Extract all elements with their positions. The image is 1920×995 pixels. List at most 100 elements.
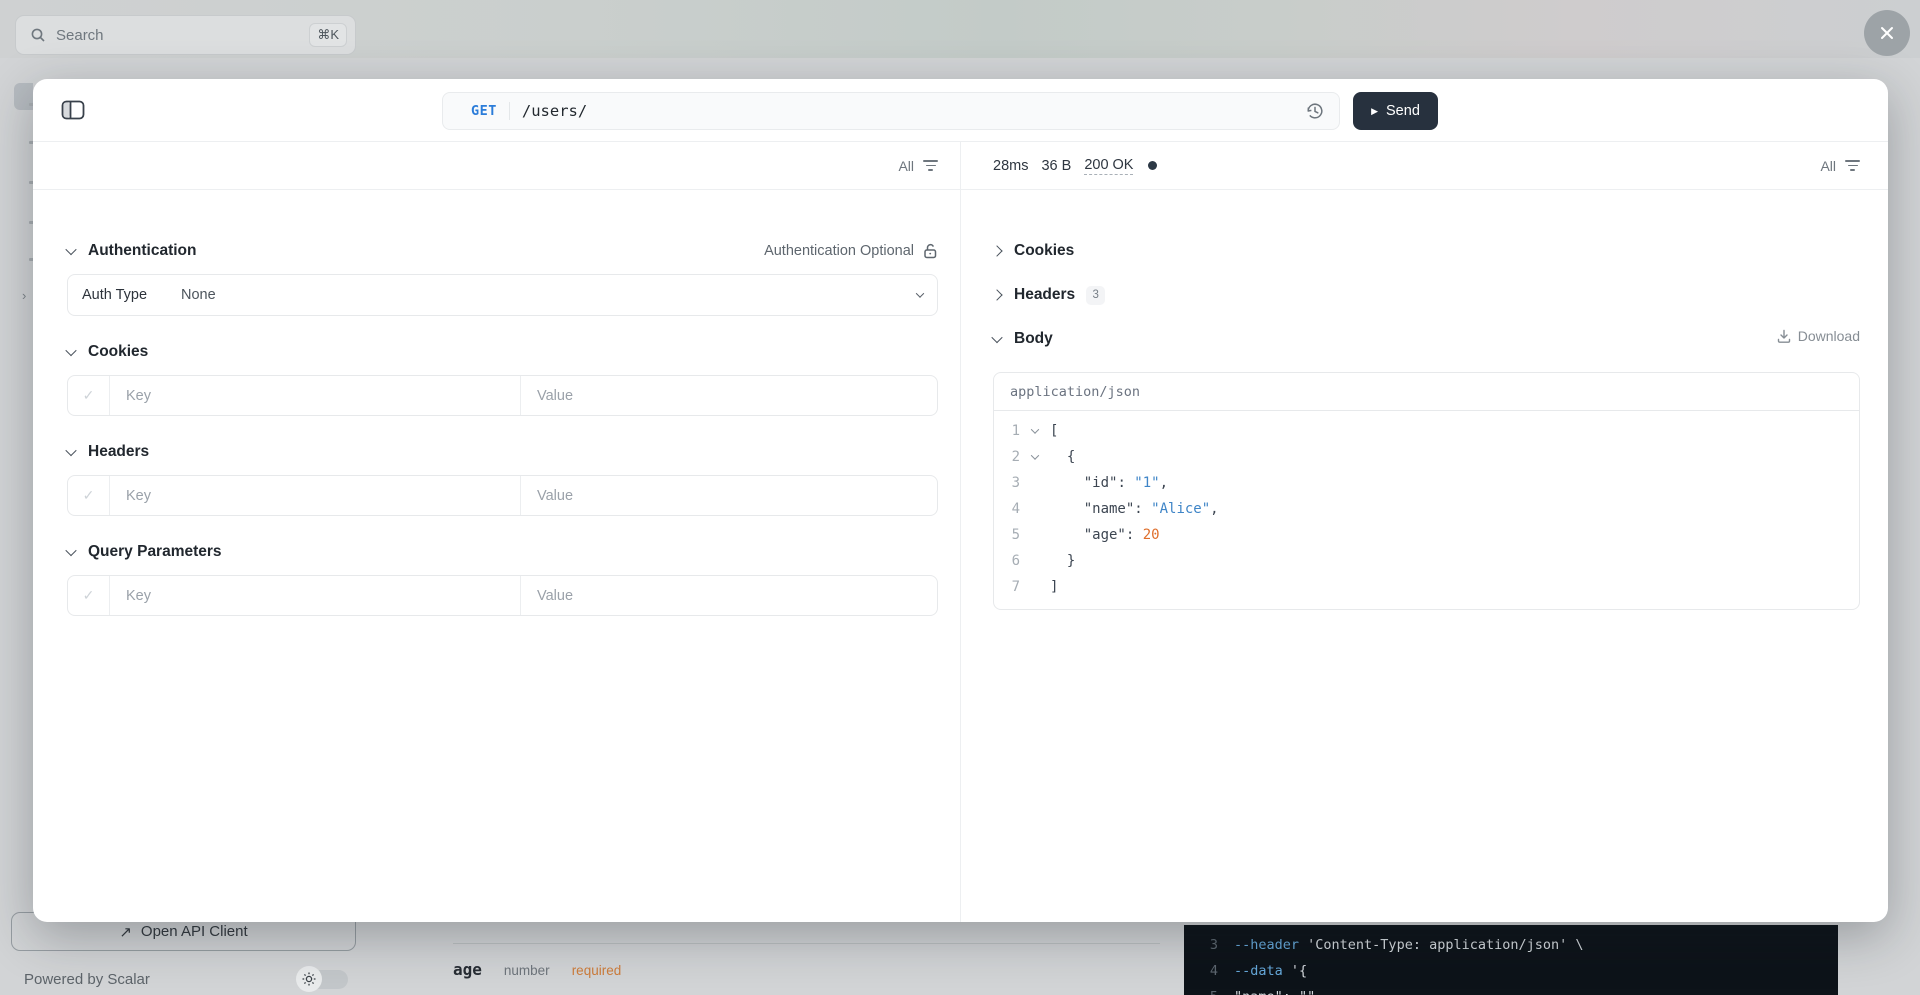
code-line: 7] [994,574,1859,600]
download-icon [1777,329,1790,343]
query-param-value-input[interactable]: Value [521,576,937,615]
schema-field-type: number [503,963,550,978]
chevron-down-icon [65,243,77,256]
code-line: 3 --header 'Content-Type: application/jso… [1184,932,1838,958]
powered-by-scalar-link[interactable]: Powered by Scalar [24,971,150,988]
search-icon [31,28,45,42]
chevron-down-icon [915,289,925,298]
authentication-section-header[interactable]: Authentication Authentication Optional [65,240,938,262]
query-parameters-section-header[interactable]: Query Parameters [65,541,938,563]
close-icon [1881,27,1893,39]
line-number: 4 [1209,963,1218,979]
filter-icon [1845,160,1860,171]
request-topbar: GET /users/ ▶ Send [33,79,1888,142]
status-dot [1148,161,1158,170]
response-size: 36 B [1041,157,1072,174]
chevron-down-icon [65,344,77,357]
close-button[interactable] [1864,10,1910,56]
schema-field-required-badge: required [571,963,622,978]
cookie-kv-row: ✓ Key Value [67,375,938,416]
play-icon: ▶ [1371,105,1379,116]
cookies-section-header[interactable]: Cookies [65,341,938,363]
chevron-down-icon [65,544,77,557]
sidebar-collapse-chevron: › [22,288,27,303]
code-line: 5 "age": 20 [994,522,1859,548]
code-line: 6 } [994,548,1859,574]
query-parameters-section: Query Parameters ✓ Key Value [65,541,938,616]
code-line: 3 "id": "1", [994,470,1859,496]
schema-field-row: age number required [453,960,621,979]
chevron-down-icon [65,444,77,457]
curl-example-code-block[interactable]: 3 --header 'Content-Type: application/jso… [1184,925,1838,995]
row-enabled-checkbox[interactable]: ✓ [68,576,110,615]
dark-mode-toggle[interactable] [284,966,348,992]
query-param-kv-row: ✓ Key Value [67,575,938,616]
cookie-value-input[interactable]: Value [521,376,937,415]
chevron-right-icon [991,245,1003,257]
line-number: 4 [1011,501,1020,517]
send-button[interactable]: ▶ Send [1353,92,1438,130]
external-link-icon: ↗ [119,923,132,941]
auth-type-select[interactable]: Auth Type None [67,274,938,316]
filter-icon [923,160,938,171]
line-number: 5 [1184,984,1218,995]
code-line: 2 { [994,444,1859,470]
code-line: 4 "name": "Alice", [994,496,1859,522]
response-filter-button[interactable]: All [1820,158,1860,174]
response-time: 28ms [993,157,1029,174]
cookies-section: Cookies ✓ Key Value [65,341,938,416]
query-param-key-input[interactable]: Key [110,576,521,615]
header-key-input[interactable]: Key [110,476,521,515]
content-type-label: application/json [994,373,1859,411]
code-line: 4 --data '{ [1184,958,1838,984]
response-status[interactable]: 200 OK [1084,157,1134,175]
fold-toggle-icon[interactable] [1030,451,1040,460]
schema-field-name: age [453,960,482,979]
chevron-right-icon [991,289,1003,301]
response-headers-header[interactable]: Headers 3 [991,284,1860,306]
chevron-down-icon [991,331,1003,344]
request-address-bar[interactable]: GET /users/ [442,92,1340,130]
sun-icon [296,966,322,992]
search-input[interactable]: Search ⌘K [15,15,356,55]
response-body-code[interactable]: 1[2 {3 "id": "1", 4 "name": "Alice", 5 "ag… [994,411,1859,609]
download-button[interactable]: Download [1777,328,1860,344]
auth-optional-hint: Authentication Optional [764,243,938,259]
response-cookies-header[interactable]: Cookies [991,240,1860,262]
line-number: 7 [1011,579,1020,595]
row-enabled-checkbox[interactable]: ✓ [68,376,110,415]
api-client-modal: GET /users/ ▶ Send All Authentication Au… [33,79,1888,922]
code-line: 5"name": "", [1184,984,1838,995]
response-pane: 28ms 36 B 200 OK All Cookies Headers 3 B… [961,142,1888,922]
header-value-input[interactable]: Value [521,476,937,515]
search-placeholder: Search [56,26,104,44]
cookie-key-input[interactable]: Key [110,376,521,415]
history-icon[interactable] [1305,101,1325,121]
headers-section: Headers ✓ Key Value [65,441,938,516]
response-body-block: application/json 1[2 {3 "id": "1", 4 "nam… [993,372,1860,610]
line-number: 3 [1209,937,1218,953]
sidebar-toggle-button[interactable] [61,99,85,121]
headers-section-header[interactable]: Headers [65,441,938,463]
headers-count-badge: 3 [1086,285,1106,305]
method-separator [508,102,510,120]
line-number: 5 [1011,527,1020,543]
code-line: 1[ [994,418,1859,444]
open-api-client-label: Open API Client [140,923,248,940]
request-pane: All Authentication Authentication Option… [33,142,961,922]
response-stats: 28ms 36 B 200 OK [993,157,1158,175]
unlock-icon [924,243,937,259]
header-kv-row: ✓ Key Value [67,475,938,516]
line-number: 1 [1011,423,1020,439]
search-shortcut-badge: ⌘K [309,23,347,47]
line-number: 3 [1011,475,1020,491]
request-path-input[interactable]: /users/ [522,102,1305,120]
method-selector[interactable]: GET [471,103,497,119]
row-enabled-checkbox[interactable]: ✓ [68,476,110,515]
line-number: 6 [1011,553,1020,569]
line-number: 2 [1011,449,1020,465]
send-button-label: Send [1386,103,1420,119]
request-filter-button[interactable]: All [898,158,938,174]
response-body-header[interactable]: Body Download [991,328,1860,350]
fold-toggle-icon[interactable] [1030,425,1040,434]
